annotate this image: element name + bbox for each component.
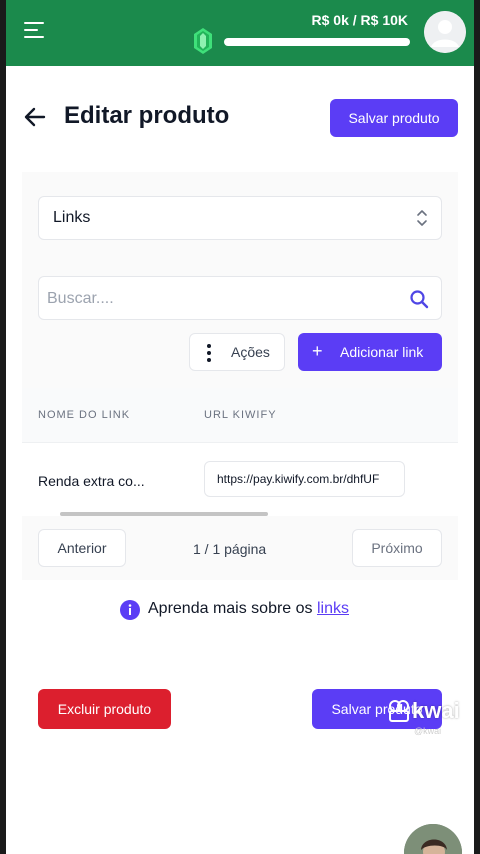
- kwai-watermark: kwai @kwai: [388, 698, 472, 744]
- add-link-button[interactable]: + Adicionar link: [298, 333, 442, 371]
- page-title: Editar produto: [64, 102, 230, 129]
- search-input[interactable]: [47, 285, 397, 313]
- actions-button[interactable]: Ações: [189, 333, 285, 371]
- camera-logo-icon: [389, 700, 409, 722]
- learn-more-link[interactable]: links: [317, 600, 349, 617]
- learn-more-text: Aprenda mais sobre os links: [148, 600, 349, 618]
- plus-icon: +: [312, 341, 323, 361]
- delete-product-button[interactable]: Excluir produto: [38, 689, 171, 729]
- previous-page-button[interactable]: Anterior: [38, 529, 126, 567]
- search-box: [38, 276, 442, 320]
- table-horizontal-scrollbar[interactable]: [60, 512, 268, 516]
- user-avatar[interactable]: [424, 11, 466, 53]
- left-frame-edge: [0, 0, 6, 854]
- column-header-kiwify-url: URL KIWIFY: [204, 409, 277, 421]
- top-bar: R$ 0k / R$ 10K: [0, 0, 480, 66]
- kiwify-url-field[interactable]: https://pay.kiwify.com.br/dhfUF: [204, 461, 405, 497]
- revenue-goal-text: R$ 0k / R$ 10K: [311, 12, 409, 28]
- revenue-progress-bar: [224, 38, 410, 46]
- next-page-button[interactable]: Próximo: [352, 529, 442, 567]
- gem-icon: [194, 28, 212, 54]
- table-header: NOME DO LINK URL KIWIFY: [22, 388, 458, 442]
- learn-more-prefix: Aprenda mais sobre os: [148, 600, 317, 617]
- person-photo-icon: [404, 824, 462, 854]
- hamburger-menu-icon[interactable]: [24, 22, 46, 42]
- section-select[interactable]: Links: [38, 196, 442, 240]
- link-name-cell: Renda extra co...: [38, 473, 145, 489]
- right-frame-edge: [474, 0, 480, 854]
- search-icon[interactable]: [409, 289, 429, 309]
- watermark-handle: @kwai: [414, 726, 442, 736]
- info-icon: [120, 600, 140, 620]
- actions-label: Ações: [231, 344, 270, 360]
- floating-avatar[interactable]: [404, 824, 462, 854]
- table-row[interactable]: Renda extra co... https://pay.kiwify.com…: [22, 442, 458, 516]
- more-vertical-icon: [207, 344, 211, 362]
- user-silhouette-icon: [424, 11, 466, 53]
- watermark-brand: kwai: [412, 698, 460, 723]
- back-arrow-icon[interactable]: [22, 104, 48, 130]
- save-product-button-top[interactable]: Salvar produto: [330, 99, 458, 137]
- add-link-label: Adicionar link: [340, 344, 424, 360]
- column-header-link-name: NOME DO LINK: [38, 409, 131, 421]
- section-select-value: Links: [53, 209, 91, 226]
- chevron-up-down-icon: [417, 210, 427, 226]
- page-indicator: 1 / 1 página: [193, 541, 267, 557]
